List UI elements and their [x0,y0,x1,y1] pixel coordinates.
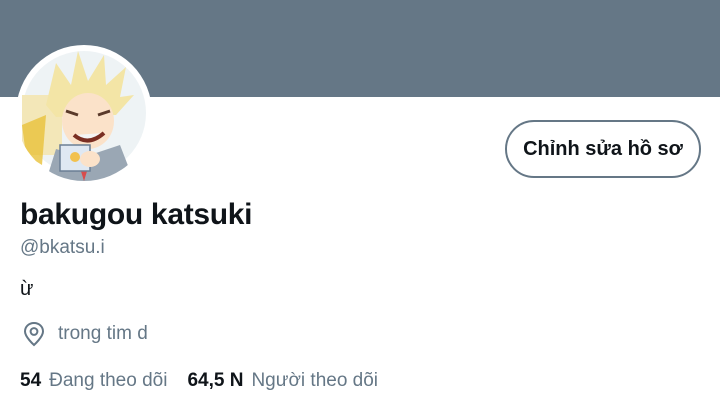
username-handle: @bkatsu.i [20,237,105,258]
followers-count: 64,5 N [187,370,244,391]
followers-link[interactable]: 64,5 N Người theo dõi [187,370,378,392]
map-pin-icon [23,321,45,347]
display-name: bakugou katsuki [20,198,253,231]
avatar-image [22,51,146,181]
location-text: trong tim d [58,323,148,344]
follow-stats: 54 Đang theo dõi 64,5 N Người theo dõi [20,370,398,392]
edit-profile-button-label: Chỉnh sửa hồ sơ [523,137,683,160]
avatar[interactable] [16,45,152,181]
following-link[interactable]: 54 Đang theo dõi [20,370,167,392]
following-count: 54 [20,370,42,391]
edit-profile-button[interactable]: Chỉnh sửa hồ sơ [505,120,701,178]
following-label: Đang theo dõi [49,370,168,391]
profile-bio: ừ [20,278,34,300]
profile-location: trong tim d [22,321,148,347]
followers-label: Người theo dõi [251,370,379,391]
